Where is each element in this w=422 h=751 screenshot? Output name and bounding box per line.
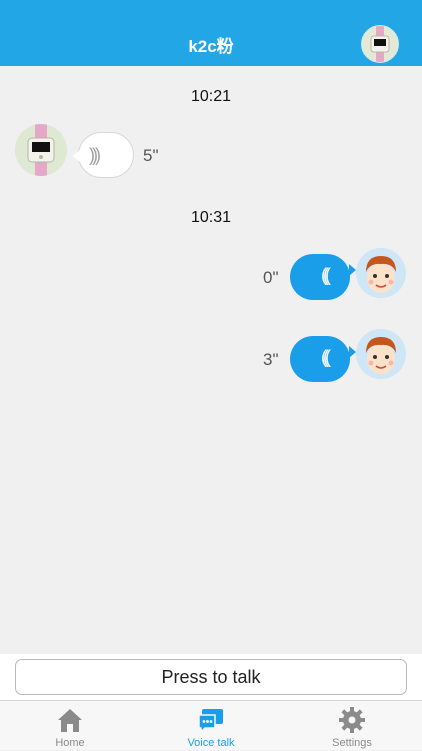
gear-icon [339,707,365,733]
boy-face-icon [356,248,406,298]
voice-duration: 5" [143,146,159,165]
voice-duration: 0" [263,268,279,287]
tab-voice-talk[interactable]: Voice talk [141,701,281,751]
tab-bar: Home Voice talk Settings [0,700,422,750]
voice-message-incoming[interactable]: ))) [73,132,134,178]
home-icon [58,709,82,732]
user-avatar[interactable] [356,248,406,298]
watch-image-icon [15,124,67,176]
top-bar: k2c粉 [0,0,422,66]
user-avatar[interactable] [356,329,406,379]
timestamp: 10:21 [190,88,232,105]
tab-label: Voice talk [187,737,235,749]
bubble-tail [349,346,356,358]
boy-face-icon [356,329,406,379]
talk-bar: Press to talk [0,654,422,700]
bubble-tail [349,264,356,276]
timestamp: 10:31 [190,209,232,226]
page-title: k2c粉 [188,37,234,56]
tab-label: Home [55,737,85,749]
voice-message-outgoing[interactable]: ((( [290,336,356,382]
sound-wave-icon: ((( [321,265,331,285]
watch-avatar[interactable] [15,124,67,176]
press-to-talk-button[interactable]: Press to talk [15,659,407,695]
watch-image-icon [362,26,398,62]
voice-message-outgoing[interactable]: ((( [290,254,356,300]
voice-duration: 3" [263,350,279,369]
watch-avatar-header[interactable] [361,25,399,63]
sound-wave-icon: ))) [89,145,101,165]
bubble-tail [73,150,80,162]
chat-area[interactable]: 10:21 ))) 5" 10:31 0" ((( 3" ((( [0,66,422,654]
sound-wave-icon: ((( [321,347,331,367]
chat-icon [198,709,223,734]
tab-home[interactable]: Home [0,701,140,751]
tab-settings[interactable]: Settings [282,701,422,751]
tab-label: Settings [332,737,372,749]
